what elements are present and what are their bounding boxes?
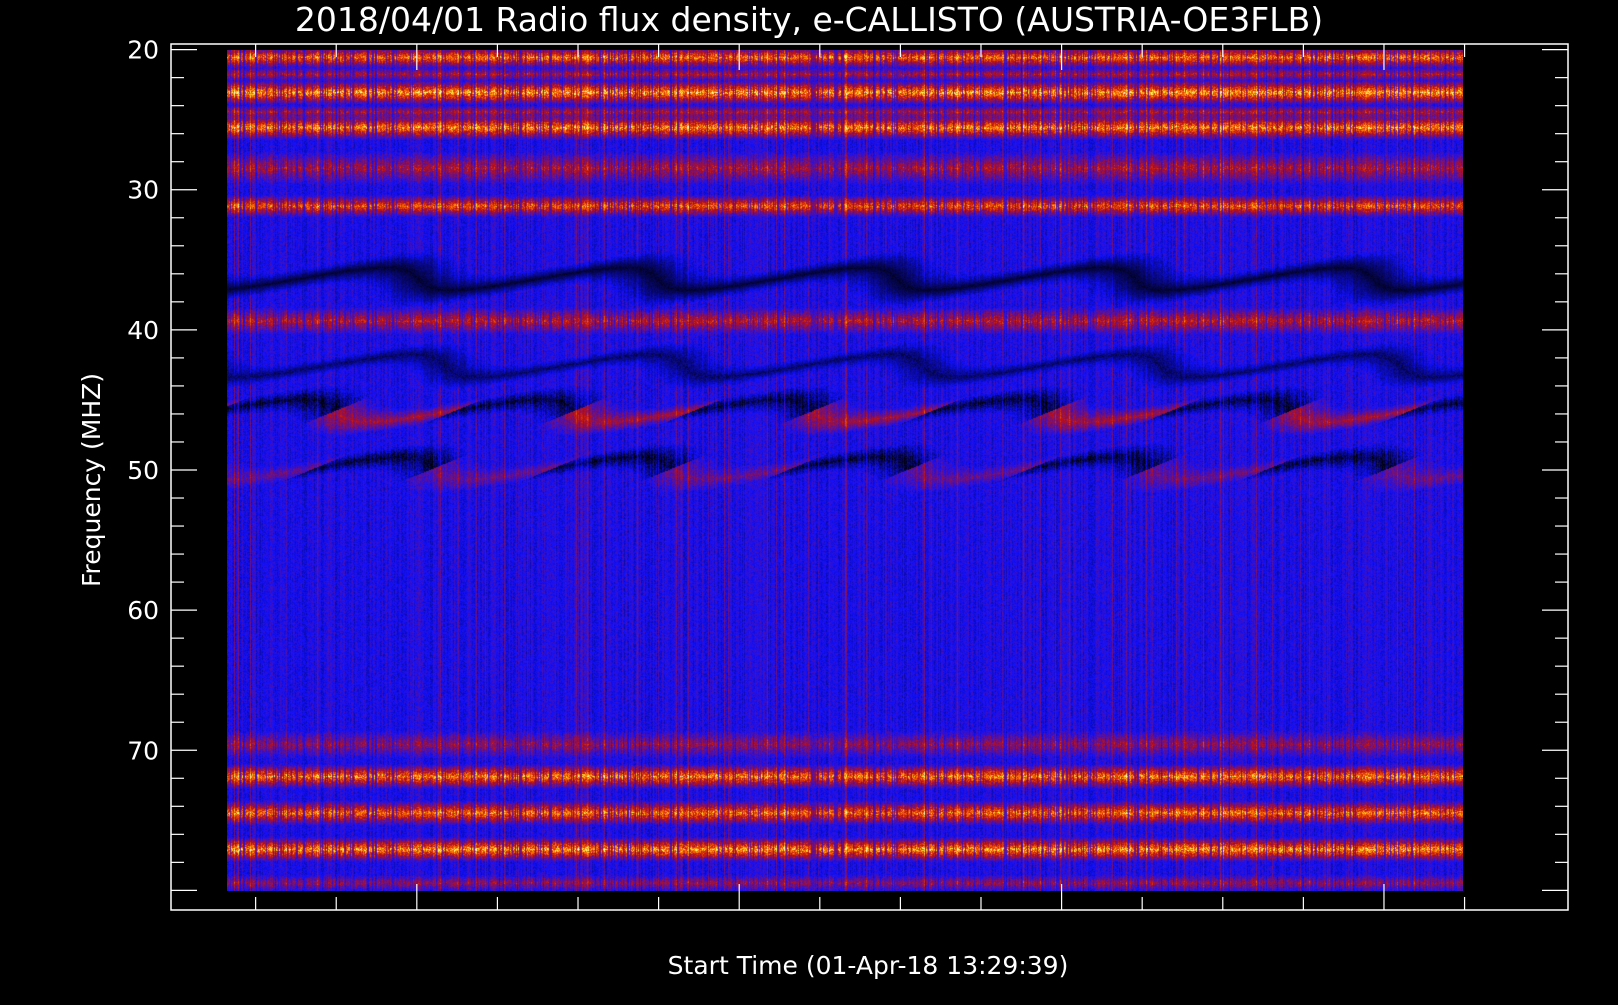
y-tick-label: 40 bbox=[127, 316, 159, 345]
y-tick-label: 70 bbox=[127, 736, 159, 765]
y-tick-label: 30 bbox=[127, 176, 159, 205]
spectrogram-chart: 2018/04/01 Radio flux density, e-CALLIST… bbox=[0, 0, 1618, 1000]
y-tick-label: 50 bbox=[127, 456, 159, 485]
spectrogram-raster-wrapper bbox=[227, 49, 1464, 891]
chart-title: 2018/04/01 Radio flux density, e-CALLIST… bbox=[295, 0, 1323, 39]
y-tick-label: 20 bbox=[127, 36, 159, 65]
y-tick-label: 60 bbox=[127, 596, 159, 625]
spectrogram-image bbox=[227, 49, 1464, 891]
y-axis-label: Frequency (MHZ) bbox=[77, 373, 106, 587]
x-axis-label: Start Time (01-Apr-18 13:29:39) bbox=[668, 951, 1069, 980]
chart-svg: 2018/04/01 Radio flux density, e-CALLIST… bbox=[77, 0, 1569, 980]
